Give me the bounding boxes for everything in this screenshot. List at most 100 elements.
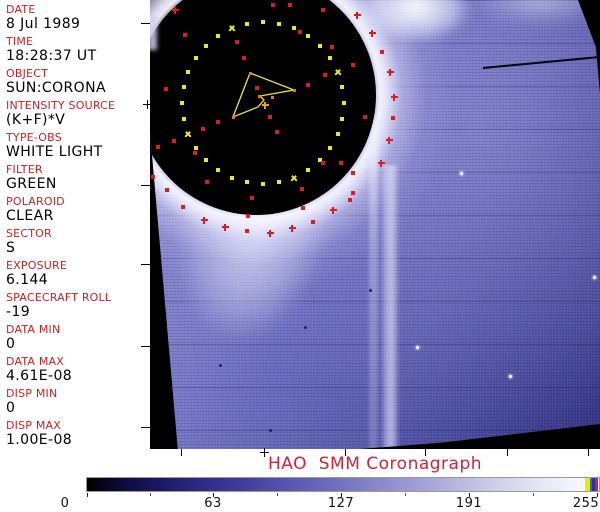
field-sector: SECTOR S: [6, 228, 52, 256]
field-label-sector: SECTOR: [6, 227, 52, 240]
yellow-fiducial-dot: [342, 101, 346, 105]
pointer-polygon-overlay: [231, 72, 297, 119]
field-label-data-min: DATA MIN: [6, 323, 61, 336]
yellow-fiducial-dot: [182, 117, 186, 121]
red-fiducial-dot: [165, 188, 169, 192]
yellow-fiducial-dot: [292, 26, 296, 30]
colorbar-minor-tick: [405, 493, 406, 496]
field-data-min: DATA MIN 0: [6, 324, 60, 352]
colorbar-tick-label: 127: [327, 496, 355, 511]
yellow-fiducial-dot: [216, 34, 220, 38]
yellow-fiducial-dot: [186, 70, 190, 74]
field-label-spacecraft-roll: SPACECRAFT ROLL: [6, 291, 112, 304]
red-fiducial-dot: [250, 196, 254, 200]
yellow-fiducial-dot: [194, 146, 198, 150]
red-fiducial-dot: [164, 87, 168, 91]
field-value-filter: GREEN: [6, 176, 57, 192]
field-disp-max: DISP MAX 1.00E-08: [6, 420, 72, 448]
pointer-vertex-accent: [292, 88, 296, 92]
red-fiducial-dot: [193, 151, 197, 155]
colorbar-minor-tick: [150, 493, 151, 496]
colorbar-tick: [87, 493, 88, 497]
field-label-exposure: EXPOSURE: [6, 259, 68, 272]
yellow-fiducial-dot: [194, 56, 198, 60]
field-value-exposure: 6.144: [6, 272, 49, 288]
colorbar-tick-label: 0: [60, 496, 70, 511]
yellow-fiducial-dot: [245, 22, 249, 26]
red-fiducial-dot: [275, 130, 279, 134]
field-spacecraft-roll: SPACECRAFT ROLL -19: [6, 292, 111, 320]
red-fiducial-dot: [183, 33, 187, 37]
red-fiducial-dot: [323, 73, 327, 77]
field-value-disp-max: 1.00E-08: [6, 432, 73, 448]
field-label-disp-max: DISP MAX: [6, 419, 61, 432]
red-fiducial-dot: [348, 198, 352, 202]
red-fiducial-dot: [339, 161, 343, 165]
field-value-date: 8 Jul 1989: [6, 16, 81, 32]
field-label-data-max: DATA MAX: [6, 355, 64, 368]
yellow-fiducial-dot: [204, 44, 208, 48]
yellow-fiducial-dot: [318, 44, 322, 48]
red-fiducial-dot: [351, 191, 355, 195]
pointer-vertex-accent: [257, 94, 261, 98]
field-label-object: OBJECT: [6, 67, 48, 80]
smm-coronagraph-viewer: { "colors": { "label_red": "#cc2020", "t…: [0, 0, 600, 512]
star-dot: [592, 275, 596, 279]
field-label-polaroid: POLAROID: [6, 195, 65, 208]
field-label-time: TIME: [6, 35, 34, 48]
left-edge-tick: [141, 427, 150, 428]
left-edge-tick: [141, 185, 150, 186]
field-value-sector: S: [6, 240, 16, 256]
field-data-max: DATA MAX 4.61E-08: [6, 356, 72, 384]
coronagraph-image: [150, 0, 600, 449]
yellow-fiducial-dot: [204, 158, 208, 162]
pointer-vertex-accent: [231, 115, 235, 119]
pointer-vertex-accent: [248, 71, 252, 75]
metadata-sidebar: DATE 8 Jul 1989 TIME 18:28:37 UT OBJECT SUN:C…: [0, 0, 150, 449]
field-disp-min: DISP MIN 0: [6, 388, 57, 416]
field-exposure: EXPOSURE 6.144: [6, 260, 67, 288]
field-date: DATE 8 Jul 1989: [6, 4, 80, 32]
dust-speck: [303, 325, 307, 329]
yellow-fiducial-dot: [306, 168, 310, 172]
red-fiducial-dot: [301, 206, 305, 210]
field-label-intensity-source: INTENSITY SOURCE: [6, 99, 116, 112]
yellow-fiducial-dot: [261, 20, 265, 24]
red-fiducial-dot: [242, 56, 246, 60]
red-fiducial-dot: [156, 145, 160, 149]
yellow-fiducial-dot: [328, 56, 332, 60]
field-value-type-obs: WHITE LIGHT: [6, 144, 103, 160]
colorbar-tick-label: 255: [572, 496, 600, 511]
field-label-type-obs: TYPE-OBS: [6, 131, 62, 144]
colorbar-tick-label: 191: [455, 496, 483, 511]
red-fiducial-dot: [235, 40, 239, 44]
field-value-data-min: 0: [6, 336, 16, 352]
field-type-obs: TYPE-OBS WHITE LIGHT: [6, 132, 103, 160]
red-fiducial-dot: [330, 45, 334, 49]
pointer-polygon: [231, 72, 297, 119]
red-fiducial-dot: [363, 115, 367, 119]
red-fiducial-dot: [268, 115, 272, 119]
colorbar-minor-tick: [533, 493, 534, 496]
red-fiducial-dot: [391, 116, 395, 120]
field-label-filter: FILTER: [6, 163, 43, 176]
yellow-fiducial-dot: [261, 182, 265, 186]
field-time: TIME 18:28:37 UT: [6, 36, 97, 64]
red-fiducial-dot: [271, 3, 275, 7]
field-value-spacecraft-roll: -19: [6, 304, 31, 320]
red-fiducial-dot: [321, 8, 325, 12]
dust-speck: [368, 288, 372, 292]
red-fiducial-dot: [245, 229, 249, 233]
colorbar-minor-tick: [277, 493, 278, 496]
left-edge-tick: [141, 264, 150, 265]
red-fiducial-dot: [205, 180, 209, 184]
yellow-fiducial-dot: [336, 132, 340, 136]
field-polaroid: POLAROID CLEAR: [6, 196, 65, 224]
dust-speck: [268, 428, 272, 432]
field-value-disp-min: 0: [6, 400, 16, 416]
yellow-fiducial-dot: [306, 34, 310, 38]
dust-speck: [218, 363, 222, 367]
yellow-fiducial-dot: [340, 85, 344, 89]
yellow-fiducial-dot: [180, 101, 184, 105]
field-object: OBJECT SUN:CORONA: [6, 68, 106, 96]
